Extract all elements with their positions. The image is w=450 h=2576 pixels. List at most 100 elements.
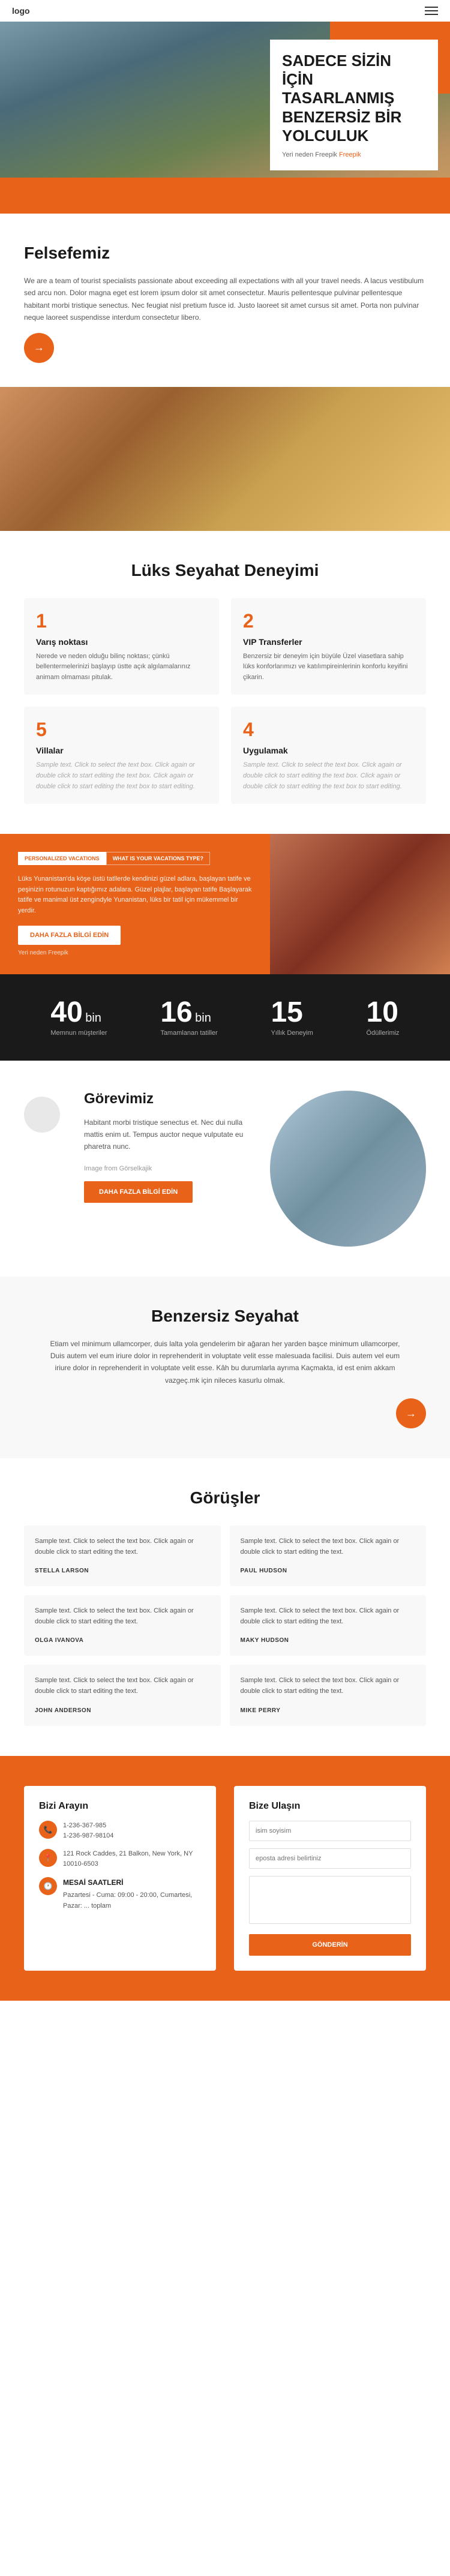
- unique-section: Benzersiz Seyahat Etiam vel minimum ulla…: [0, 1277, 450, 1459]
- tab-personalized[interactable]: PERSONALIZED VACATIONS: [18, 852, 106, 865]
- testimonials-section: Görüşler Sample text. Click to select th…: [0, 1458, 450, 1756]
- luxury-card-title-1: Varış noktası: [36, 637, 207, 647]
- testimonial-author-1: STELLA LARSON: [35, 1568, 89, 1574]
- hours-detail: MESAİ SAATLERİ Pazartesi - Cuma: 09:00 -…: [63, 1877, 201, 1911]
- luxury-card-2: 2 VIP Transferler Benzersiz bir deneyim …: [231, 598, 426, 695]
- send-button[interactable]: GÖNDERİN: [249, 1934, 411, 1956]
- name-input[interactable]: [249, 1821, 411, 1841]
- mission-link: Image from Görselkajik: [84, 1165, 246, 1172]
- luxury-card-5: 5 Villalar Sample text. Click to select …: [24, 707, 219, 804]
- phone-row: 📞 1-236-367-985 1-236-987-98104: [39, 1821, 201, 1842]
- mission-left: Görevimiz Habitant morbi tristique senec…: [84, 1091, 246, 1203]
- testimonial-author-5: JOHN ANDERSON: [35, 1707, 91, 1714]
- contact-left-panel: Bizi Arayın 📞 1-236-367-985 1-236-987-98…: [24, 1786, 216, 1971]
- testimonial-3: Sample text. Click to select the text bo…: [24, 1595, 221, 1656]
- luxury-card-4: 4 Uygulamak Sample text. Click to select…: [231, 707, 426, 804]
- contact-left-title: Bizi Arayın: [39, 1801, 201, 1812]
- stat-num-3: 15: [271, 998, 313, 1027]
- luxury-card-text-2: Benzersiz bir deneyim için büyüle Üzel v…: [243, 651, 414, 683]
- luxury-section: Lüks Seyahat Deneyimi 1 Varış noktası Ne…: [0, 531, 450, 834]
- stat-label-2: Tamamlanan tatiller: [160, 1029, 217, 1037]
- luxury-card-title-2: VIP Transferler: [243, 637, 414, 647]
- stat-customers: 40 bin Memnun müşteriler: [50, 998, 107, 1037]
- hero-section: SADECE SİZİN İÇİN TASARLANMIŞ BENZERSİZ …: [0, 22, 450, 214]
- philosophy-arrow-btn[interactable]: [24, 333, 54, 363]
- stat-awards: 10 Ödüllerimiz: [367, 998, 400, 1037]
- luxury-card-text-1: Nerede ve neden olduğu bilinç noktası; ç…: [36, 651, 207, 683]
- message-input[interactable]: [249, 1876, 411, 1924]
- testimonial-6: Sample text. Click to select the text bo…: [230, 1665, 427, 1725]
- mission-title: Görevimiz: [84, 1091, 246, 1107]
- stat-label-4: Ödüllerimiz: [367, 1029, 400, 1037]
- luxury-title: Lüks Seyahat Deneyimi: [24, 561, 426, 580]
- luxury-card-text-4[interactable]: Sample text. Click to select the text bo…: [243, 760, 414, 792]
- philosophy-section: Felsefemiz We are a team of tourist spec…: [0, 214, 450, 387]
- unique-text: Etiam vel minimum ullamcorper, duis lalt…: [45, 1338, 405, 1387]
- luxury-num-4: 4: [243, 719, 414, 741]
- personalized-image: [270, 834, 450, 974]
- luxury-num-2: 2: [243, 610, 414, 632]
- stat-label-3: Yıllık Deneyim: [271, 1029, 313, 1037]
- address-detail: 121 Rock Caddes, 21 Balkon, New York, NY…: [63, 1849, 201, 1870]
- luxury-card-title-4: Uygulamak: [243, 746, 414, 755]
- logo: logo: [12, 6, 30, 16]
- hero-subtitle-link[interactable]: Freepik: [339, 151, 361, 158]
- hero-text-box: SADECE SİZİN İÇİN TASARLANMIŞ BENZERSİZ …: [270, 40, 438, 170]
- hero-title: SADECE SİZİN İÇİN TASARLANMIŞ BENZERSİZ …: [282, 52, 426, 145]
- address-row: 📍 121 Rock Caddes, 21 Balkon, New York, …: [39, 1849, 201, 1870]
- stat-num-1: 40 bin: [50, 998, 107, 1027]
- contact-right-title: Bize Ulaşın: [249, 1801, 411, 1812]
- testimonials-grid: Sample text. Click to select the text bo…: [24, 1526, 426, 1726]
- mission-btn[interactable]: DAHA FAZLA BİLGİ EDİN: [84, 1181, 193, 1203]
- personalized-section: PERSONALIZED VACATIONS WHAT IS YOUR VACA…: [0, 834, 450, 974]
- group-photo: [0, 387, 450, 531]
- stats-section: 40 bin Memnun müşteriler 16 bin Tamamlan…: [0, 974, 450, 1061]
- location-icon: 📍: [39, 1849, 57, 1867]
- mission-circle-image: [270, 1091, 426, 1247]
- mission-small-circle: [24, 1097, 60, 1133]
- testimonial-text-3: Sample text. Click to select the text bo…: [35, 1606, 210, 1627]
- philosophy-text: We are a team of tourist specialists pas…: [24, 275, 426, 324]
- luxury-card-title-5: Villalar: [36, 746, 207, 755]
- luxury-card-text-5[interactable]: Sample text. Click to select the text bo…: [36, 760, 207, 792]
- testimonial-5: Sample text. Click to select the text bo…: [24, 1665, 221, 1725]
- hours-row: 🕐 MESAİ SAATLERİ Pazartesi - Cuma: 09:00…: [39, 1877, 201, 1911]
- luxury-card-1: 1 Varış noktası Nerede ve neden olduğu b…: [24, 598, 219, 695]
- email-input[interactable]: [249, 1848, 411, 1869]
- testimonial-author-4: MAKY HUDSON: [241, 1637, 289, 1644]
- philosophy-title: Felsefemiz: [24, 244, 426, 263]
- mission-text: Habitant morbi tristique senectus et. Ne…: [84, 1116, 246, 1153]
- testimonial-text-1: Sample text. Click to select the text bo…: [35, 1536, 210, 1557]
- hamburger-menu[interactable]: [425, 7, 438, 15]
- testimonials-title: Görüşler: [24, 1488, 426, 1508]
- personalized-right-img: [270, 834, 450, 974]
- tab-vacation-type[interactable]: WHAT IS YOUR VACATIONS TYPE?: [106, 852, 210, 865]
- testimonial-2: Sample text. Click to select the text bo…: [230, 1526, 427, 1586]
- mission-section: Görevimiz Habitant morbi tristique senec…: [0, 1061, 450, 1277]
- stat-num-2: 16 bin: [160, 998, 217, 1027]
- personalized-text: Lüks Yunanistan'da köşe üstü tatllerde k…: [18, 874, 252, 916]
- personalized-left: PERSONALIZED VACATIONS WHAT IS YOUR VACA…: [0, 834, 270, 974]
- testimonial-4: Sample text. Click to select the text bo…: [230, 1595, 427, 1656]
- phone-detail: 1-236-367-985 1-236-987-98104: [63, 1821, 113, 1842]
- testimonial-text-4: Sample text. Click to select the text bo…: [241, 1606, 416, 1627]
- personalized-btn[interactable]: DAHA FAZLA BİLGİ EDİN: [18, 926, 121, 945]
- unique-arrow-btn[interactable]: [396, 1398, 426, 1428]
- clock-icon: 🕐: [39, 1877, 57, 1895]
- luxury-grid: 1 Varış noktası Nerede ve neden olduğu b…: [24, 598, 426, 804]
- hero-subtitle: Yeri neden Freepik Freepik: [282, 151, 426, 158]
- hero-bottom-bar: [0, 178, 450, 214]
- contact-section: Bizi Arayın 📞 1-236-367-985 1-236-987-98…: [0, 1756, 450, 2001]
- personalized-link: Yeri neden Freepik: [18, 950, 252, 956]
- testimonial-author-6: MIKE PERRY: [241, 1707, 281, 1714]
- testimonial-1: Sample text. Click to select the text bo…: [24, 1526, 221, 1586]
- phone-icon: 📞: [39, 1821, 57, 1839]
- testimonial-text-5: Sample text. Click to select the text bo…: [35, 1676, 210, 1697]
- stat-label-1: Memnun müşteriler: [50, 1029, 107, 1037]
- stat-experience: 15 Yıllık Deneyim: [271, 998, 313, 1037]
- group-photo-inner: [0, 387, 450, 531]
- luxury-num-5: 5: [36, 719, 207, 741]
- testimonial-author-2: PAUL HUDSON: [241, 1568, 287, 1574]
- luxury-num-1: 1: [36, 610, 207, 632]
- testimonial-author-3: OLGA IVANOVA: [35, 1637, 83, 1644]
